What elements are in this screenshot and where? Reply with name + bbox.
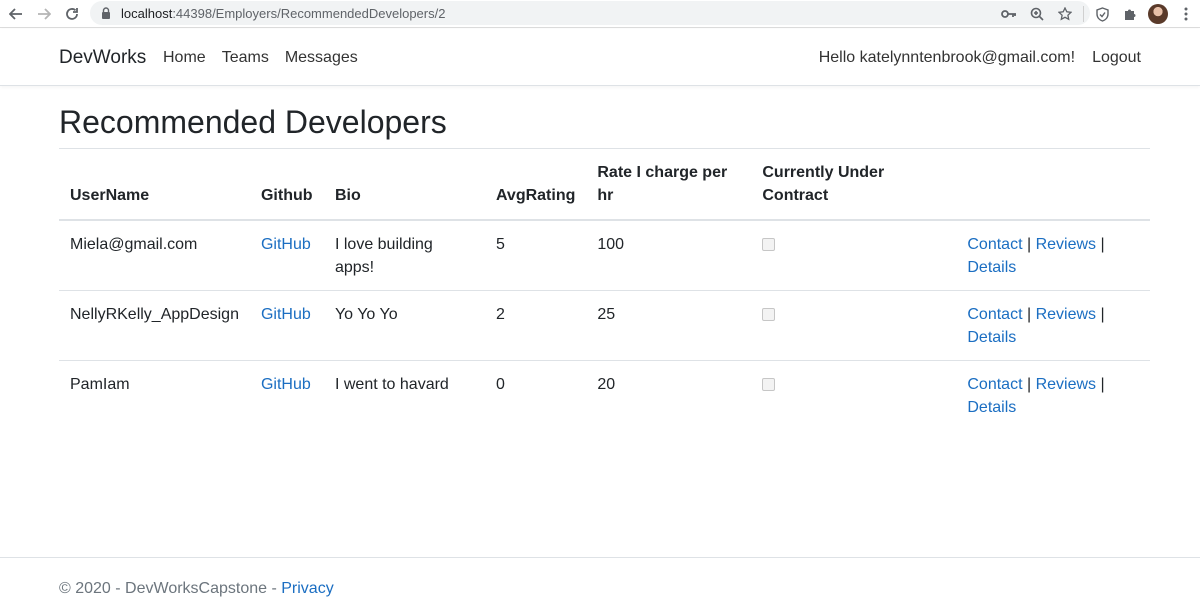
cell-username: PamIam bbox=[59, 360, 250, 430]
cell-rate: 100 bbox=[597, 236, 625, 253]
action-separator: | bbox=[1100, 306, 1105, 323]
nav-teams[interactable]: Teams bbox=[222, 49, 269, 67]
cell-username: Miela@gmail.com bbox=[70, 236, 198, 253]
cell-avgrating: 2 bbox=[484, 290, 587, 361]
url-path: :44398/Employers/RecommendedDevelopers/2 bbox=[172, 5, 446, 21]
details-link[interactable]: Details bbox=[967, 399, 1016, 416]
github-link[interactable]: GitHub bbox=[261, 306, 311, 323]
reviews-link[interactable]: Reviews bbox=[1036, 376, 1096, 393]
key-icon[interactable] bbox=[995, 0, 1023, 28]
url-host: localhost bbox=[121, 5, 173, 21]
table-row: Miela@gmail.com GitHub I love building a… bbox=[59, 220, 1150, 291]
details-link[interactable]: Details bbox=[967, 259, 1016, 276]
cell-bio: I love building apps! bbox=[334, 236, 433, 276]
url-text: localhost:44398/Employers/RecommendedDev… bbox=[121, 6, 445, 21]
cell-actions: Contact | Reviews | Details bbox=[956, 290, 1150, 361]
copyright-text: © 2020 - DevWorksCapstone - bbox=[59, 580, 282, 597]
cell-rate: 25 bbox=[586, 290, 752, 361]
cell-avgrating: 5 bbox=[495, 236, 505, 253]
cell-bio: Yo Yo Yo bbox=[323, 290, 485, 361]
nav-home[interactable]: Home bbox=[163, 49, 206, 67]
site-navbar: DevWorks Home Teams Messages Hello katel… bbox=[0, 29, 1200, 86]
cell-rate: 20 bbox=[586, 360, 752, 430]
header-avgrating: AvgRating bbox=[484, 149, 587, 221]
header-github: Github bbox=[249, 149, 324, 221]
action-separator: | bbox=[1026, 376, 1032, 393]
extensions-icon[interactable] bbox=[1116, 0, 1144, 28]
brand-link[interactable]: DevWorks bbox=[59, 47, 146, 69]
site-footer: © 2020 - DevWorksCapstone - Privacy bbox=[0, 557, 1200, 600]
header-rate: Rate I charge per hr bbox=[586, 149, 752, 221]
action-separator: | bbox=[1100, 236, 1105, 253]
header-bio: Bio bbox=[323, 149, 485, 221]
menu-dots-icon[interactable] bbox=[1172, 0, 1200, 28]
github-link[interactable]: GitHub bbox=[261, 376, 311, 393]
star-icon[interactable] bbox=[1051, 0, 1079, 28]
under-contract-checkbox[interactable] bbox=[762, 238, 776, 251]
under-contract-checkbox[interactable] bbox=[762, 308, 776, 321]
reload-icon[interactable] bbox=[58, 2, 86, 26]
action-separator: | bbox=[1026, 236, 1032, 253]
developers-table: UserName Github Bio AvgRating Rate I cha… bbox=[59, 149, 1150, 430]
header-under-contract: Currently Under Contract bbox=[751, 149, 957, 221]
lock-icon[interactable] bbox=[100, 7, 112, 19]
privacy-link[interactable]: Privacy bbox=[281, 580, 333, 597]
back-arrow-icon[interactable] bbox=[2, 2, 30, 26]
reviews-link[interactable]: Reviews bbox=[1036, 236, 1096, 253]
table-header-row: UserName Github Bio AvgRating Rate I cha… bbox=[59, 149, 1150, 221]
contact-link[interactable]: Contact bbox=[967, 236, 1022, 253]
forward-arrow-icon[interactable] bbox=[30, 2, 58, 26]
nav-messages[interactable]: Messages bbox=[285, 49, 358, 67]
browser-toolbar: localhost:44398/Employers/RecommendedDev… bbox=[0, 0, 1200, 28]
nav-links: Home Teams Messages bbox=[163, 49, 358, 67]
cell-bio: I went to havard bbox=[323, 360, 485, 430]
footer-text: © 2020 - DevWorksCapstone - Privacy bbox=[59, 580, 334, 598]
under-contract-checkbox[interactable] bbox=[762, 378, 776, 391]
shield-icon[interactable] bbox=[1088, 0, 1116, 28]
reviews-link[interactable]: Reviews bbox=[1036, 306, 1096, 323]
action-separator: | bbox=[1026, 306, 1032, 323]
profile-avatar[interactable] bbox=[1144, 0, 1172, 28]
user-greeting[interactable]: Hello katelynntenbrook@gmail.com! bbox=[819, 49, 1075, 67]
cell-username: NellyRKelly_AppDesign bbox=[59, 290, 250, 361]
action-separator: | bbox=[1100, 376, 1105, 393]
contact-link[interactable]: Contact bbox=[967, 376, 1022, 393]
table-row: PamIam GitHub I went to havard 0 20 Cont… bbox=[59, 360, 1150, 430]
avatar bbox=[1148, 4, 1168, 24]
details-link[interactable]: Details bbox=[967, 329, 1016, 346]
contact-link[interactable]: Contact bbox=[967, 306, 1022, 323]
toolbar-divider bbox=[1083, 6, 1084, 22]
header-username: UserName bbox=[59, 149, 250, 221]
cell-avgrating: 0 bbox=[484, 360, 587, 430]
logout-button[interactable]: Logout bbox=[1092, 49, 1141, 67]
cell-actions: Contact | Reviews | Details bbox=[956, 220, 1150, 291]
github-link[interactable]: GitHub bbox=[261, 236, 311, 253]
cell-actions: Contact | Reviews | Details bbox=[956, 360, 1150, 430]
zoom-icon[interactable] bbox=[1023, 0, 1051, 28]
address-bar[interactable]: localhost:44398/Employers/RecommendedDev… bbox=[90, 1, 1090, 25]
nav-user-area: Hello katelynntenbrook@gmail.com! Logout bbox=[819, 49, 1141, 67]
table-row: NellyRKelly_AppDesign GitHub Yo Yo Yo 2 … bbox=[59, 290, 1150, 361]
header-actions bbox=[956, 149, 1150, 221]
page-title: Recommended Developers bbox=[59, 104, 447, 140]
